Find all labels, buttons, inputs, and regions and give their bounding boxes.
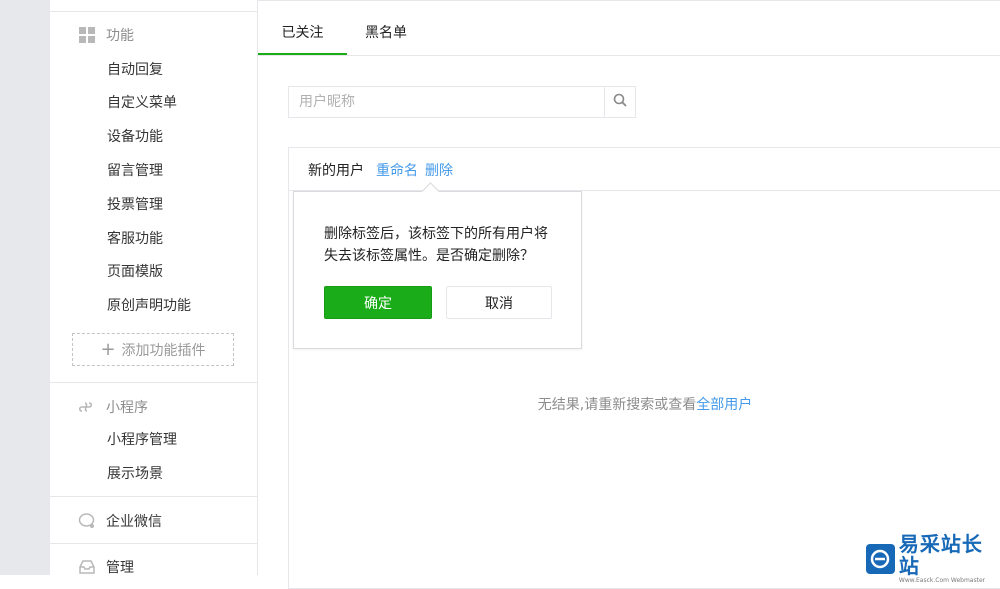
sidebar-divider [50, 382, 257, 383]
grid-icon [78, 26, 96, 44]
sidebar-section-label: 功能 [106, 28, 134, 44]
search-box [288, 86, 636, 118]
mini-program-icon [78, 398, 96, 416]
sidebar-section-label: 企业微信 [106, 514, 162, 530]
tray-icon [78, 558, 96, 576]
sidebar-divider [50, 543, 257, 544]
sidebar-item-device[interactable]: 设备功能 [107, 127, 163, 147]
watermark-subtext: Www.Easck.Com Webmaster [898, 576, 986, 584]
tab-followed[interactable]: 已关注 [258, 13, 347, 55]
sidebar-item-original-statement[interactable]: 原创声明功能 [107, 296, 191, 316]
tab-bar: 已关注 黑名单 [258, 13, 1000, 56]
sidebar-item-auto-reply[interactable]: 自动回复 [107, 60, 163, 80]
top-border [258, 0, 1000, 1]
sidebar-item-custom-menu[interactable]: 自定义菜单 [107, 93, 177, 113]
sidebar-section-wechat-work[interactable]: 企业微信 [78, 510, 162, 532]
sidebar-item-voting[interactable]: 投票管理 [107, 195, 163, 215]
sidebar-divider [50, 496, 257, 497]
sidebar-section-mini-program[interactable]: 小程序 [78, 396, 148, 418]
search-input[interactable] [289, 87, 604, 117]
sidebar-section-label: 管理 [106, 560, 134, 576]
wechat-work-icon [78, 512, 96, 530]
confirm-button[interactable]: 确定 [324, 286, 432, 319]
watermark: 易采站长站 Www.Easck.Com Webmaster [866, 533, 1000, 584]
sidebar-item-mini-program-manage[interactable]: 小程序管理 [107, 430, 177, 450]
add-plugin-label: 添加功能插件 [121, 342, 206, 359]
all-users-link[interactable]: 全部用户 [696, 397, 752, 413]
cancel-button[interactable]: 取消 [446, 286, 552, 319]
search-button[interactable] [604, 87, 635, 117]
popover-message-line: 删除标签后，该标签下的所有用户将 [324, 226, 548, 242]
delete-link[interactable]: 删除 [425, 160, 453, 180]
tag-name: 新的用户 [308, 163, 364, 179]
sidebar-item-display-scene[interactable]: 展示场景 [107, 464, 163, 484]
rename-link[interactable]: 重命名 [376, 160, 418, 180]
empty-result: 无结果,请重新搜索或查看全部用户 [289, 394, 1000, 414]
sidebar-section-features[interactable]: 功能 [78, 24, 134, 46]
left-rail [0, 0, 50, 575]
sidebar-item-page-template[interactable]: 页面模版 [107, 262, 163, 282]
tab-blacklist[interactable]: 黑名单 [354, 13, 418, 53]
popover-message-line: 失去该标签属性。是否确定删除？ [324, 248, 534, 264]
add-plugin-button[interactable]: + 添加功能插件 [72, 333, 234, 366]
delete-confirm-popover: 删除标签后，该标签下的所有用户将 失去该标签属性。是否确定删除？ 确定 取消 [293, 182, 582, 349]
empty-result-text: 无结果,请重新搜索或查看 [537, 397, 697, 413]
tag-panel-header: 新的用户 重命名 删除 [289, 148, 1000, 191]
sidebar-section-label: 小程序 [106, 400, 148, 416]
popover-message: 删除标签后，该标签下的所有用户将 失去该标签属性。是否确定删除？ [324, 223, 564, 267]
plus-icon: + [100, 338, 116, 360]
sidebar-item-comments[interactable]: 留言管理 [107, 161, 163, 181]
sidebar-divider [50, 11, 257, 12]
search-icon [613, 93, 627, 111]
sidebar-item-customer-service[interactable]: 客服功能 [107, 229, 163, 249]
watermark-text: 易采站长站 [898, 531, 983, 578]
sidebar: 功能 自动回复 自定义菜单 设备功能 留言管理 投票管理 客服功能 页面模版 原… [50, 0, 258, 576]
watermark-logo-icon [866, 543, 895, 574]
